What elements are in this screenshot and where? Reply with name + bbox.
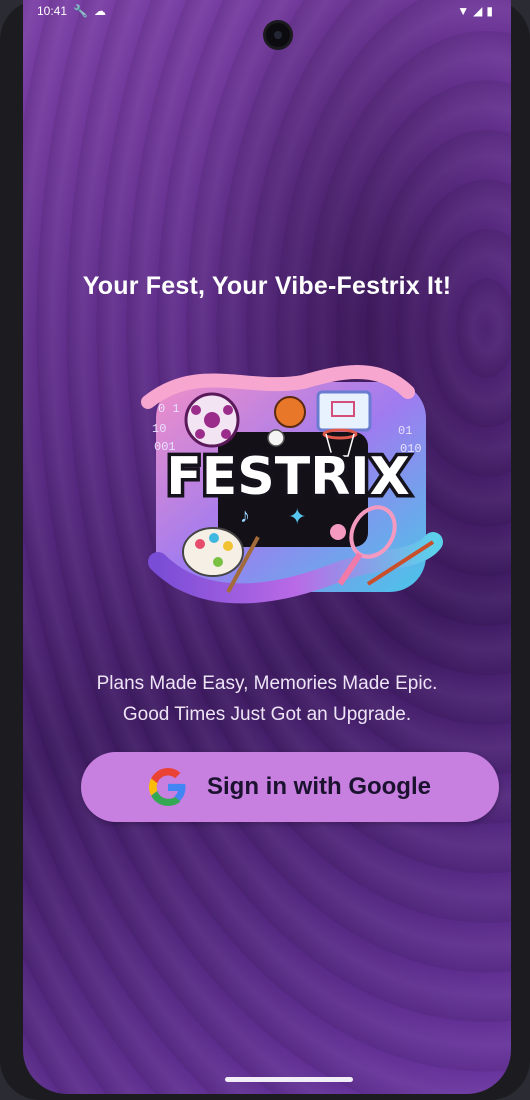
camera-cutout [263,20,293,50]
google-signin-button[interactable]: Sign in with Google [81,752,499,822]
home-indicator[interactable] [225,1077,353,1082]
status-time: 10:41 [37,4,68,18]
subtitle-line-2: Good Times Just Got an Upgrade. [122,704,412,725]
signal-icon: ◢ [473,4,483,18]
wifi-icon: ▼ [457,4,470,18]
music-note-icon: ♪ [240,505,250,527]
baseball-icon [267,429,285,447]
festrix-wordmark: FESTRIX [166,447,409,507]
phone-frame: 10:41 🔧 ☁ ▼ ◢ ▮ Your Fest, Your Vibe-Fes… [0,0,530,1100]
basketball-icon [274,396,306,428]
gamepad-icon: ✦ [288,504,306,529]
svg-text:10: 10 [152,422,166,436]
cloud-icon: ☁ [93,4,106,18]
google-icon [149,768,186,806]
svg-text:01: 01 [398,424,412,438]
tagline: Your Fest, Your Vibe-Festrix It! [82,272,452,300]
soccer-ball-icon [184,392,240,448]
svg-text:0 1: 0 1 [158,402,180,416]
status-bar: 10:41 🔧 ☁ ▼ ◢ ▮ [23,0,511,22]
app-screen: 10:41 🔧 ☁ ▼ ◢ ▮ Your Fest, Your Vibe-Fes… [23,0,511,1094]
festrix-logo: 0 1 10 001 01 010 FESTRIX ♪ ✦ [141,365,443,604]
battery-icon: ▮ [486,4,493,18]
subtitle-line-1: Plans Made Easy, Memories Made Epic. [96,673,438,694]
subtitle: Plans Made Easy, Memories Made Epic. Goo… [23,668,511,730]
wrench-icon: 🔧 [73,4,88,18]
signin-button-label: Sign in with Google [207,773,431,800]
